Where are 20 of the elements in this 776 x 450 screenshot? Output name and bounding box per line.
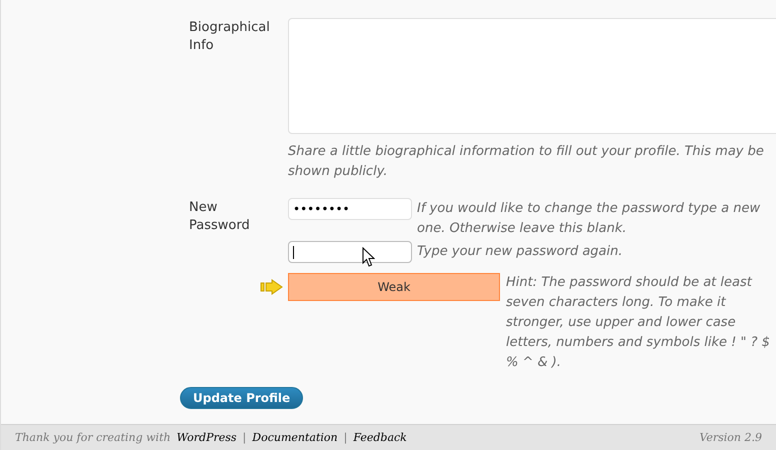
update-profile-button[interactable]: Update Profile bbox=[180, 387, 304, 409]
field-label: New Password bbox=[189, 200, 250, 233]
feedback-link[interactable]: Feedback bbox=[353, 430, 407, 446]
field-description: Type your new password again. bbox=[417, 243, 622, 261]
field-label: Biographical Info bbox=[189, 20, 270, 53]
password-field[interactable]: •••••••• bbox=[288, 198, 412, 220]
wordpress-link[interactable]: WordPress bbox=[176, 430, 237, 446]
cursor-icon bbox=[362, 247, 375, 267]
field-description: If you would like to change the password type a new one. Otherwise leave this blank. bbox=[417, 200, 762, 238]
field-description: Share a little biographical information to fill out your profile. This may be shown publicly. bbox=[288, 143, 765, 181]
footer-text: Thank you for creating with bbox=[15, 430, 171, 446]
documentation-link[interactable]: Documentation bbox=[252, 430, 338, 446]
pointing-arrow-icon bbox=[260, 279, 284, 295]
separator: | bbox=[242, 430, 246, 446]
version-text: Version 2.9 bbox=[699, 430, 762, 446]
password-hint: Hint: The password should be at least seven characters long. To make it stronger, use upper and lower case letters, numbers and symbols like ! " ? $ % ^ & ). bbox=[506, 274, 771, 372]
strength-meter: Weak bbox=[288, 273, 500, 301]
separator: | bbox=[344, 430, 348, 446]
biography-field[interactable] bbox=[288, 18, 776, 134]
text-caret bbox=[293, 246, 294, 259]
